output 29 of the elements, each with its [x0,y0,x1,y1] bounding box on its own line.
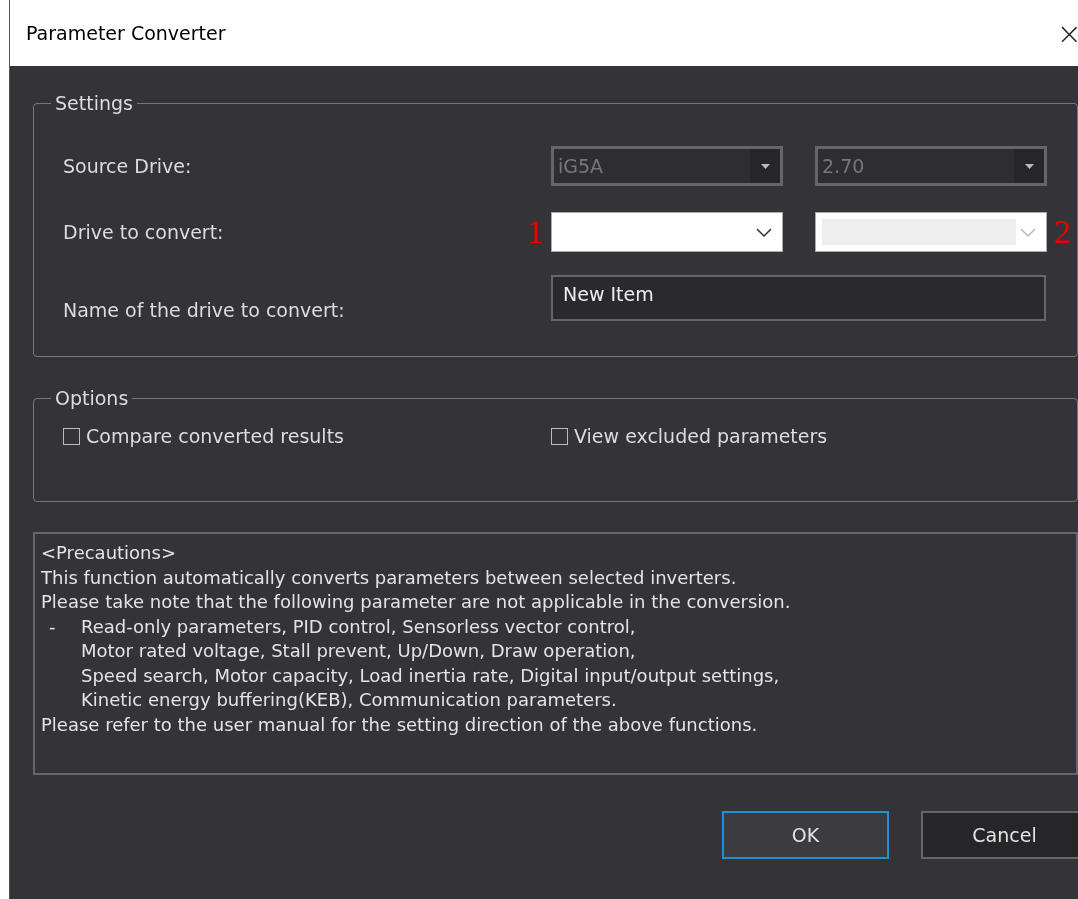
field-label: Drive to convert: [63,221,225,243]
precaution-text: Motor rated voltage, Stall prevent, Up/Down, Draw operation, [81,639,637,663]
checkbox-label: View excluded parameters [574,425,828,447]
dropdown-arrow-icon [1024,163,1034,169]
group-legend: Settings [51,92,137,114]
precaution-text: Kinetic energy buffering(KEB), Communication parameters. [81,688,618,712]
field-label: Source Drive: [63,155,193,177]
checkbox[interactable] [551,427,568,445]
checkbox[interactable] [63,427,80,445]
dropdown-arrow-icon [760,163,770,169]
precaution-text: Please refer to the user manual for the setting direction of the above functions. [41,712,759,737]
annotation-number: 1 [527,212,544,252]
precaution-text: Speed search, Motor capacity, Load inertia rate, Digital input/output settings, [81,663,780,688]
precaution-text: Read-only parameters, PID control, Sensorless vector control, [81,614,637,639]
chevron-down-icon [756,227,772,237]
field-label: Name of the drive to convert: [63,298,346,321]
precaution-text: <Precautions> [41,541,177,565]
cancel-button[interactable]: Cancel [921,811,1078,859]
window-title: Parameter Converter [26,22,226,44]
group-legend: Options [51,387,133,409]
precaution-text: This function automatically converts parameters between selected inverters. [41,565,738,590]
name-input-field[interactable]: New Item [551,275,1046,321]
precaution-text: Please take note that the following parameter are not applicable in the conversion. [41,590,792,614]
checkbox-label: Compare converted results [86,425,344,447]
ok-button[interactable]: OK [722,811,889,859]
close-button[interactable]: × [1056,15,1078,51]
bullet-marker: - [48,614,57,639]
annotation-number: 2 [1054,212,1071,252]
chevron-down-icon [1020,227,1036,237]
